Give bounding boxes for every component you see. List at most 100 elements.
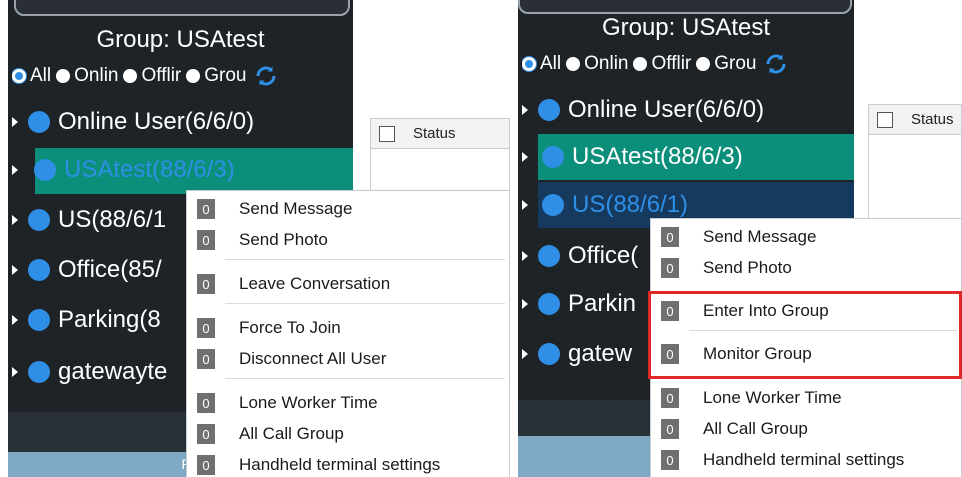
filter-group-radio[interactable] [696, 57, 711, 71]
tree-item-label: Office( [568, 242, 639, 269]
tree-item-gateway[interactable]: gatew [522, 332, 650, 376]
top-tab[interactable] [518, 0, 852, 14]
expand-arrow-icon[interactable] [522, 349, 528, 359]
tree-item-online-user[interactable]: Online User(6/6/0) [522, 88, 854, 132]
left-screenshot-panel: Group: USAtest All Onlin Offlir Grou Onl… [0, 0, 510, 477]
expand-arrow-icon[interactable] [522, 152, 528, 162]
filter-all-label[interactable]: All [540, 53, 561, 75]
menu-item-disconnect-all-user[interactable]: 0 Disconnect All User [187, 344, 509, 374]
menu-item-label: Leave Conversation [239, 274, 391, 293]
filter-online-radio[interactable] [56, 69, 71, 83]
menu-item-send-message[interactable]: 0 Send Message [187, 194, 509, 224]
filter-group-radio[interactable] [186, 69, 201, 83]
annotation-highlight-box [648, 291, 962, 379]
tree-item-label: gatewayte [58, 358, 168, 385]
filter-offline-label[interactable]: Offlir [651, 53, 691, 75]
count-badge-icon: 0 [661, 258, 679, 278]
tree-item-parking[interactable]: Parking(8 [12, 298, 212, 342]
menu-item-label: Handheld terminal settings [703, 450, 905, 469]
filter-offline-radio[interactable] [123, 69, 138, 83]
status-dot-icon [28, 309, 50, 331]
expand-arrow-icon[interactable] [12, 165, 18, 175]
tree-item-usatest[interactable]: USAtest(88/6/3) [12, 148, 353, 194]
tree-item-label: Online User(6/6/0) [58, 108, 255, 135]
right-screenshot-panel: Group: USAtest All Onlin Offlir Grou Onl… [518, 0, 962, 477]
menu-separator [225, 303, 505, 304]
menu-item-label: Send Message [703, 227, 817, 246]
count-badge-icon: 0 [197, 424, 215, 444]
filter-radio-row: All Onlin Offlir Grou [12, 62, 353, 90]
menu-item-label: All Call Group [239, 424, 344, 443]
filter-offline-label[interactable]: Offlir [141, 65, 181, 87]
status-dot-icon [28, 111, 50, 133]
menu-item-all-call-group[interactable]: 0 All Call Group [187, 419, 509, 449]
menu-item-label: All Call Group [703, 419, 808, 438]
status-table-header: Status [371, 119, 509, 149]
refresh-icon[interactable] [254, 64, 278, 88]
count-badge-icon: 0 [197, 349, 215, 369]
count-badge-icon: 0 [197, 199, 215, 219]
menu-item-force-to-join[interactable]: 0 Force To Join [187, 313, 509, 343]
menu-item-send-photo[interactable]: 0 Send Photo [651, 253, 961, 283]
expand-arrow-icon[interactable] [522, 200, 528, 210]
menu-item-label: Handheld terminal settings [239, 455, 441, 474]
menu-item-lone-worker-time[interactable]: 0 Lone Worker Time [651, 383, 961, 413]
filter-all-label[interactable]: All [30, 65, 51, 87]
count-badge-icon: 0 [661, 419, 679, 439]
checkbox-icon[interactable] [379, 125, 395, 142]
count-badge-icon: 0 [661, 388, 679, 408]
tree-item-us[interactable]: US(88/6/1 [12, 198, 212, 242]
tree-item-label: USAtest(88/6/3) [572, 143, 743, 170]
count-badge-icon: 0 [197, 274, 215, 294]
menu-separator [225, 259, 505, 260]
status-column-header: Status [413, 125, 456, 142]
menu-item-label: Force To Join [239, 318, 341, 337]
refresh-icon[interactable] [764, 52, 788, 76]
filter-group-label[interactable]: Grou [714, 53, 756, 75]
menu-item-label: Send Message [239, 199, 353, 218]
filter-all-radio[interactable] [12, 69, 26, 83]
filter-all-radio[interactable] [522, 57, 536, 71]
menu-item-leave-conversation[interactable]: 0 Leave Conversation [187, 269, 509, 299]
menu-item-send-photo[interactable]: 0 Send Photo [187, 225, 509, 255]
tree-item-gateway[interactable]: gatewayte [12, 350, 212, 394]
expand-arrow-icon[interactable] [12, 117, 18, 127]
tree-item-office[interactable]: Office( [522, 234, 650, 278]
expand-arrow-icon[interactable] [522, 251, 528, 261]
filter-online-label[interactable]: Onlin [74, 65, 118, 87]
menu-item-label: Send Photo [239, 230, 328, 249]
filter-online-label[interactable]: Onlin [584, 53, 628, 75]
status-dot-icon [538, 99, 560, 121]
tree-item-label: US(88/6/1) [572, 191, 689, 218]
menu-item-label: Disconnect All User [239, 349, 387, 368]
tree-item-online-user[interactable]: Online User(6/6/0) [12, 100, 353, 144]
tree-item-usatest[interactable]: USAtest(88/6/3) [522, 134, 854, 180]
expand-arrow-icon[interactable] [12, 315, 18, 325]
status-dot-icon [538, 293, 560, 315]
menu-item-handheld-terminal-settings[interactable]: 0 Handheld terminal settings [187, 450, 509, 477]
top-tab[interactable] [14, 0, 350, 16]
expand-arrow-icon[interactable] [12, 215, 18, 225]
tree-item-office[interactable]: Office(85/ [12, 248, 212, 292]
status-dot-icon [538, 245, 560, 267]
count-badge-icon: 0 [661, 227, 679, 247]
expand-arrow-icon[interactable] [12, 265, 18, 275]
expand-arrow-icon[interactable] [522, 299, 528, 309]
checkbox-icon[interactable] [877, 111, 893, 128]
filter-online-radio[interactable] [566, 57, 581, 71]
filter-offline-radio[interactable] [633, 57, 648, 71]
menu-item-handheld-terminal-settings[interactable]: 0 Handheld terminal settings [651, 445, 961, 475]
count-badge-icon: 0 [197, 393, 215, 413]
count-badge-icon: 0 [197, 318, 215, 338]
menu-item-send-message[interactable]: 0 Send Message [651, 222, 961, 252]
tree-item-parking[interactable]: Parkin [522, 282, 650, 326]
menu-item-lone-worker-time[interactable]: 0 Lone Worker Time [187, 388, 509, 418]
expand-arrow-icon[interactable] [522, 105, 528, 115]
expand-arrow-icon[interactable] [12, 367, 18, 377]
menu-item-all-call-group[interactable]: 0 All Call Group [651, 414, 961, 444]
count-badge-icon: 0 [197, 230, 215, 250]
tree-item-label: gatew [568, 340, 633, 367]
status-column-header: Status [911, 111, 954, 128]
tree-item-label: Online User(6/6/0) [568, 96, 765, 123]
filter-group-label[interactable]: Grou [204, 65, 246, 87]
